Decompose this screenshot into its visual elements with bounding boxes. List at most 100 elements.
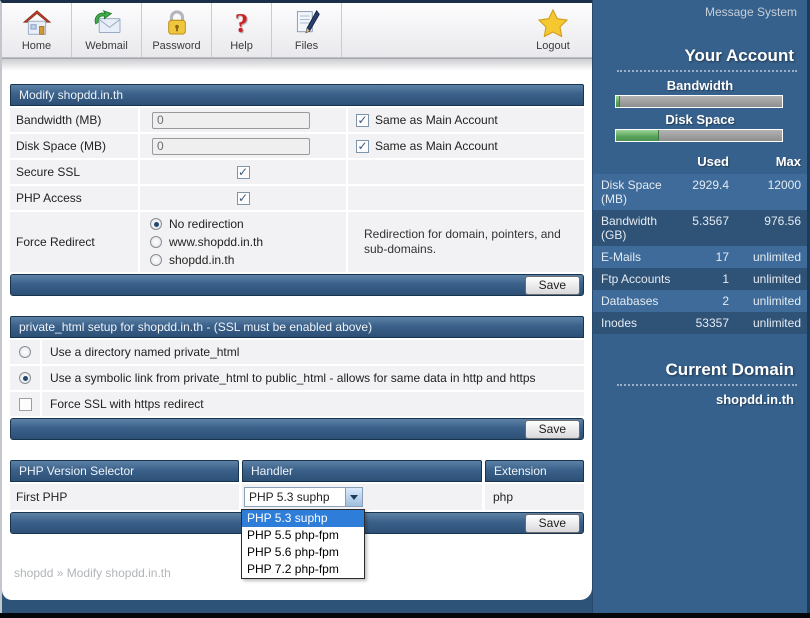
breadcrumb-separator: » (57, 566, 64, 580)
usage-label: Ftp Accounts (601, 272, 672, 286)
bandwidth-same-checkbox[interactable]: ✓ (356, 114, 369, 127)
dropdown-option-php55[interactable]: PHP 5.5 php-fpm (242, 527, 364, 544)
toolbar-item-files[interactable]: Files (272, 3, 342, 57)
breadcrumb-parent-link[interactable]: shopdd (14, 566, 53, 580)
redirect-option-bare[interactable]: shopdd.in.th (150, 253, 263, 267)
toolbar-item-home[interactable]: Home (2, 3, 72, 57)
main-column: Home Webmail (0, 0, 592, 613)
private-html-directory-row[interactable]: Use a directory named private_html (10, 340, 584, 364)
php-save-button[interactable]: Save (525, 514, 580, 533)
redirect-option-none[interactable]: No redirection (150, 217, 263, 231)
first-php-label: First PHP (10, 484, 239, 510)
bandwidth-input[interactable] (152, 112, 310, 129)
toolbar-label-webmail: Webmail (85, 40, 128, 52)
private-html-directory-radio[interactable] (19, 346, 31, 358)
php-access-row: PHP Access ✓ (10, 186, 584, 210)
redirect-note: Redirection for domain, pointers, and su… (356, 223, 584, 261)
usage-row-inodes: Inodes 53357 unlimited (593, 312, 807, 334)
toolbar: Home Webmail (2, 3, 592, 58)
usage-row-ftp: Ftp Accounts 1 unlimited (593, 268, 807, 290)
usage-used: 17 (672, 250, 729, 264)
force-redirect-row: Force Redirect No redirection www.shopdd… (10, 212, 584, 272)
toolbar-label-help: Help (230, 40, 253, 52)
usage-used: 1 (672, 272, 729, 286)
force-ssl-label: Force SSL with https redirect (42, 392, 584, 416)
private-html-symlink-row[interactable]: Use a symbolic link from private_html to… (10, 366, 584, 390)
disk-same-checkbox[interactable]: ✓ (356, 140, 369, 153)
redirect-bare-radio[interactable] (150, 254, 162, 266)
select-arrow-icon[interactable] (345, 488, 362, 506)
dropdown-option-php72[interactable]: PHP 7.2 php-fpm (242, 561, 364, 578)
usage-used: 2 (672, 294, 729, 308)
php-version-panel: PHP Version Selector Handler Extension F… (10, 460, 584, 534)
disk-space-bar-label: Disk Space (593, 112, 807, 127)
redirect-none-radio[interactable] (150, 218, 162, 230)
toolbar-label-files: Files (295, 40, 318, 52)
bandwidth-progress-fill (616, 96, 620, 107)
usage-used: 2929.4 (672, 178, 729, 206)
force-ssl-checkbox[interactable]: ✓ (19, 398, 32, 411)
private-html-save-button[interactable]: Save (525, 420, 580, 439)
bandwidth-row: Bandwidth (MB) ✓ Same as Main Account (10, 108, 584, 132)
usage-max: 12000 (729, 178, 801, 206)
bandwidth-same-label: Same as Main Account (375, 113, 498, 127)
php-version-header-row: PHP Version Selector Handler Extension (10, 460, 584, 482)
usage-row-emails: E-Mails 17 unlimited (593, 246, 807, 268)
usage-label: Databases (601, 294, 672, 308)
private-html-save-bar: Save (10, 418, 584, 440)
toolbar-item-logout[interactable]: Logout (514, 3, 592, 57)
current-domain-value: shopdd.in.th (593, 392, 807, 407)
private-html-symlink-radio[interactable] (19, 372, 31, 384)
password-lock-icon (165, 8, 189, 38)
usage-max: unlimited (729, 294, 801, 308)
ssl-row: Secure SSL ✓ (10, 160, 584, 184)
first-php-row: First PHP PHP 5.3 suphp php (10, 484, 584, 510)
logout-star-icon (538, 8, 568, 38)
content-area: Modify shopdd.in.th Bandwidth (MB) ✓ Sam… (2, 70, 592, 580)
your-account-divider (617, 70, 797, 72)
force-ssl-row[interactable]: ✓ Force SSL with https redirect (10, 392, 584, 416)
modify-save-button[interactable]: Save (525, 276, 580, 295)
toolbar-label-home: Home (22, 40, 51, 52)
current-domain-divider (617, 384, 797, 386)
php-access-checkbox[interactable]: ✓ (237, 192, 250, 205)
usage-row-databases: Databases 2 unlimited (593, 290, 807, 312)
private-html-directory-label: Use a directory named private_html (42, 340, 584, 364)
php-extension-header: Extension (485, 460, 584, 482)
toolbar-item-webmail[interactable]: Webmail (72, 3, 142, 57)
usage-label: Disk Space (MB) (601, 178, 672, 206)
php-handler-select[interactable]: PHP 5.3 suphp (244, 487, 363, 507)
usage-max: unlimited (729, 316, 801, 330)
toolbar-item-help[interactable]: ? Help (212, 3, 272, 57)
disk-label: Disk Space (MB) (10, 134, 138, 158)
page: Home Webmail (0, 0, 810, 618)
php-handler-selected-value: PHP 5.3 suphp (245, 490, 345, 504)
php-handler-header: Handler (242, 460, 482, 482)
page-bottom-border (0, 613, 810, 618)
used-header: Used (672, 154, 729, 169)
usage-table: Disk Space (MB) 2929.4 12000 Bandwidth (… (593, 174, 807, 334)
disk-input[interactable] (152, 138, 310, 155)
toolbar-item-password[interactable]: Password (142, 3, 212, 57)
dropdown-option-php56[interactable]: PHP 5.6 php-fpm (242, 544, 364, 561)
usage-row-disk: Disk Space (MB) 2929.4 12000 (593, 174, 807, 210)
toolbar-spacer (342, 3, 514, 57)
redirect-bare-label: shopdd.in.th (169, 253, 234, 267)
usage-table-header: Used Max (593, 146, 807, 174)
content-card: Home Webmail (2, 3, 592, 600)
usage-used: 53357 (672, 316, 729, 330)
private-html-panel-title: private_html setup for shopdd.in.th - (S… (10, 316, 584, 338)
ssl-checkbox[interactable]: ✓ (237, 166, 250, 179)
message-system-link[interactable]: Message System (593, 0, 807, 24)
redirect-www-radio[interactable] (150, 236, 162, 248)
php-access-label: PHP Access (10, 186, 138, 210)
breadcrumb-current: Modify shopdd.in.th (67, 566, 171, 580)
bandwidth-bar-label: Bandwidth (593, 78, 807, 93)
help-icon: ? (235, 8, 249, 38)
files-icon (293, 8, 321, 38)
dropdown-option-php53[interactable]: PHP 5.3 suphp (242, 510, 364, 527)
usage-max: 976.56 (729, 214, 801, 242)
private-html-symlink-label: Use a symbolic link from private_html to… (42, 366, 584, 390)
usage-max: unlimited (729, 250, 801, 264)
redirect-option-www[interactable]: www.shopdd.in.th (150, 235, 263, 249)
